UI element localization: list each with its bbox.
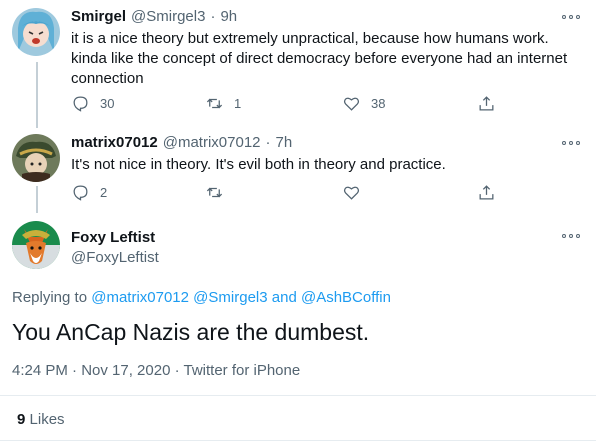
mention-link[interactable]: @matrix07012 — [91, 289, 189, 306]
likes-label: Likes — [29, 411, 65, 428]
retweet-icon — [206, 98, 223, 109]
replying-prefix: Replying to — [12, 289, 88, 306]
share-icon — [479, 185, 494, 200]
like-icon — [343, 186, 360, 200]
replying-to: Replying to @matrix07012 @Smirgel3 and @… — [12, 289, 391, 306]
avatar[interactable] — [12, 221, 60, 269]
author-name[interactable]: Smirgel — [71, 8, 126, 25]
tweet-timestamp[interactable]: 4:24 PM · Nov 17, 2020 · Twitter for iPh… — [12, 362, 300, 379]
likes-stat[interactable]: 9 Likes — [17, 411, 65, 428]
replying-and: and — [271, 289, 297, 306]
retweet-button[interactable] — [205, 183, 224, 202]
reply-button[interactable]: 2 — [71, 183, 107, 202]
reply-icon — [73, 185, 88, 201]
divider — [0, 395, 596, 396]
retweet-icon — [206, 187, 223, 198]
avatar[interactable] — [12, 134, 60, 182]
tweet-text: it is a nice theory but extremely unprac… — [71, 30, 568, 87]
likes-count: 9 — [17, 411, 26, 428]
separator: · — [210, 8, 216, 25]
thread-line — [36, 186, 38, 213]
reply-count: 30 — [100, 96, 115, 111]
divider — [0, 440, 596, 441]
thread-line — [36, 62, 38, 128]
like-count: 38 — [371, 96, 386, 111]
tweet-text: It's not nice in theory. It's evil both … — [71, 156, 446, 173]
author-handle[interactable]: @Smirgel3 — [131, 8, 205, 25]
share-button[interactable] — [477, 94, 496, 113]
tweet-time[interactable]: 9h — [220, 8, 237, 25]
more-icon[interactable] — [562, 14, 580, 20]
like-button[interactable]: 38 — [342, 94, 385, 113]
tweet-time[interactable]: 7h — [276, 134, 293, 151]
avatar[interactable] — [12, 8, 60, 56]
retweet-button[interactable]: 1 — [205, 94, 241, 113]
mention-link[interactable]: @AshBCoffin — [301, 289, 391, 306]
like-button[interactable] — [342, 183, 361, 202]
reply-icon — [73, 96, 88, 112]
author-name[interactable]: matrix07012 — [71, 134, 158, 151]
author-name[interactable]: Foxy Leftist — [71, 229, 155, 246]
mention-link[interactable]: @Smirgel3 — [193, 289, 267, 306]
author-handle[interactable]: @FoxyLeftist — [71, 249, 159, 266]
more-icon[interactable] — [562, 140, 580, 146]
author-handle[interactable]: @matrix07012 — [163, 134, 261, 151]
reply-count: 2 — [100, 185, 108, 200]
reply-button[interactable]: 30 — [71, 94, 114, 113]
retweet-count: 1 — [234, 96, 242, 111]
more-icon[interactable] — [562, 233, 580, 239]
separator: · — [265, 134, 271, 151]
main-tweet-text: You AnCap Nazis are the dumbest. — [12, 319, 370, 345]
share-button[interactable] — [477, 183, 496, 202]
like-icon — [343, 97, 360, 111]
share-icon — [479, 96, 494, 111]
